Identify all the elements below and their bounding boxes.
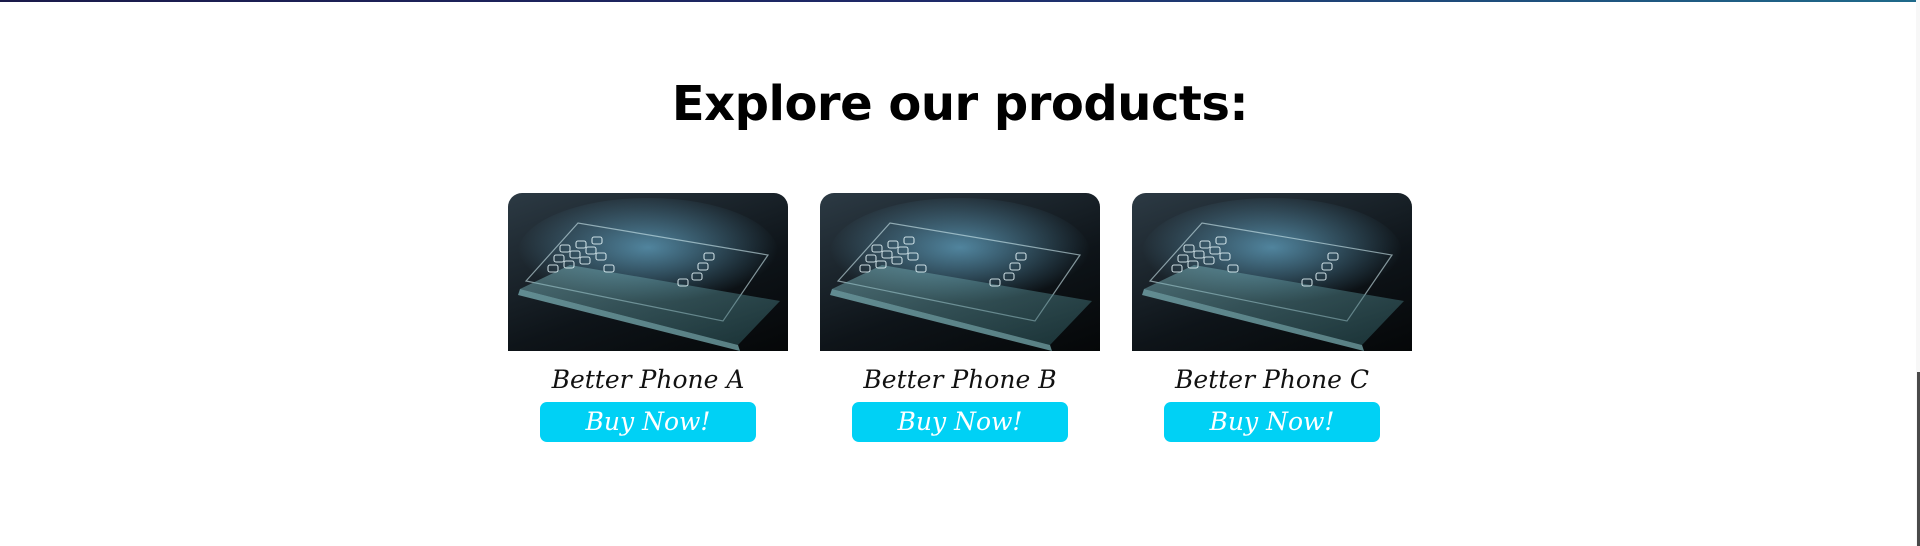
product-card: Better Phone C Buy Now! (1132, 193, 1412, 443)
product-name: Better Phone A (551, 365, 745, 394)
section-title: Explore our products: (671, 76, 1249, 132)
product-image (820, 193, 1100, 351)
product-card: Better Phone B Buy Now! (820, 193, 1100, 443)
buy-now-button[interactable]: Buy Now! (1164, 402, 1380, 442)
buy-now-button[interactable]: Buy Now! (852, 402, 1068, 442)
product-image (1132, 193, 1412, 351)
top-accent-line (0, 0, 1920, 2)
product-list: Better Phone A Buy Now! Better Phone B B… (508, 193, 1412, 453)
product-card: Better Phone A Buy Now! (508, 193, 788, 443)
product-name: Better Phone C (1175, 365, 1369, 394)
product-image (508, 193, 788, 351)
product-name: Better Phone B (863, 365, 1057, 394)
buy-now-button[interactable]: Buy Now! (540, 402, 756, 442)
